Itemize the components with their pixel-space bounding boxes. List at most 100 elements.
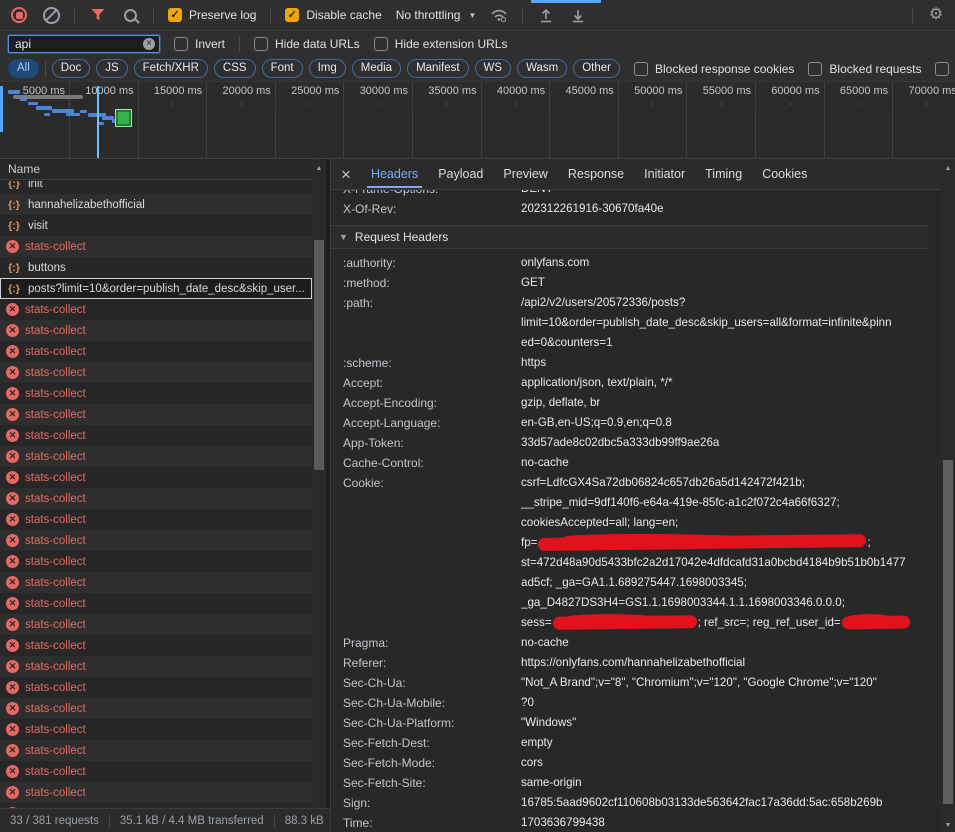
request-name: stats-collect xyxy=(25,472,86,484)
request-row[interactable]: ✕ stats-collect xyxy=(0,698,312,719)
scrollbar-thumb[interactable] xyxy=(943,460,953,804)
header-value: csrf=LdfcGX4Sa72db06824c657db26a5d142472… xyxy=(521,473,928,633)
error-icon: ✕ xyxy=(6,429,19,442)
scroll-up-icon[interactable]: ▲ xyxy=(312,165,326,172)
tab-response[interactable]: Response xyxy=(558,160,634,188)
request-row[interactable]: ✕ stats-collect xyxy=(0,614,312,635)
type-filter-ws[interactable]: WS xyxy=(475,59,512,78)
header-value: "Not_A Brand";v="8", "Chromium";v="120",… xyxy=(521,673,928,693)
close-icon[interactable]: × xyxy=(341,166,351,183)
type-filter-font[interactable]: Font xyxy=(262,59,303,78)
request-row[interactable]: {:} visit xyxy=(0,215,312,236)
header-name: Accept: xyxy=(331,373,521,393)
preserve-log-checkbox[interactable]: ✓ Preserve log xyxy=(168,8,256,22)
tab-payload[interactable]: Payload xyxy=(428,160,493,188)
request-headers-section[interactable]: ▼Request Headers xyxy=(331,225,928,249)
timeline-overview[interactable]: 5000 ms10000 ms15000 ms20000 ms25000 ms3… xyxy=(0,82,955,159)
import-har-button[interactable] xyxy=(537,6,555,24)
type-filter-media[interactable]: Media xyxy=(352,59,401,78)
toolbar-divider xyxy=(912,7,913,23)
hide-data-urls-checkbox[interactable]: ✓ Hide data URLs xyxy=(254,37,360,51)
divider xyxy=(274,814,275,828)
header-name: :authority: xyxy=(331,253,521,273)
request-row[interactable]: ✕ stats-collect xyxy=(0,362,312,383)
request-list-scrollbar[interactable]: ▲ xyxy=(312,159,326,808)
request-row[interactable]: ✕ stats-collect xyxy=(0,299,312,320)
export-har-button[interactable] xyxy=(569,6,587,24)
settings-button[interactable]: ⚙ xyxy=(927,6,945,24)
request-row[interactable]: ✕ stats-collect xyxy=(0,551,312,572)
error-icon: ✕ xyxy=(6,345,19,358)
request-row[interactable]: ✕ stats-collect xyxy=(0,761,312,782)
type-filter-img[interactable]: Img xyxy=(309,59,346,78)
throttling-dropdown[interactable]: No throttling ▼ xyxy=(396,8,477,22)
request-row[interactable]: ✕ stats-collect xyxy=(0,236,312,257)
header-name: Sec-Ch-Ua-Platform: xyxy=(331,713,521,733)
type-filter-manifest[interactable]: Manifest xyxy=(407,59,468,78)
request-row[interactable]: {:} buttons xyxy=(0,257,312,278)
json-icon: {:} xyxy=(6,220,22,232)
request-row[interactable]: ✕ stats-collect xyxy=(0,635,312,656)
request-row[interactable]: ✕ stats-collect xyxy=(0,782,312,803)
request-row[interactable]: ✕ stats-collect xyxy=(0,740,312,761)
request-row[interactable]: ✕ stats-collect xyxy=(0,446,312,467)
blocked-requests-checkbox[interactable]: ✓ Blocked requests xyxy=(808,62,921,76)
request-row[interactable]: ✕ stats-collect xyxy=(0,488,312,509)
request-name: stats-collect xyxy=(25,367,86,379)
filter-input[interactable] xyxy=(13,36,143,52)
request-row[interactable]: {:} init xyxy=(0,181,312,194)
type-filter-all[interactable]: All xyxy=(8,59,39,78)
request-row[interactable]: ✕ stats-collect xyxy=(0,656,312,677)
search-button[interactable] xyxy=(121,6,139,24)
hide-extension-urls-checkbox[interactable]: ✓ Hide extension URLs xyxy=(374,37,508,51)
request-row[interactable]: ✕ stats-collect xyxy=(0,467,312,488)
invert-checkbox[interactable]: ✓ Invert xyxy=(174,37,225,51)
request-row[interactable]: {:} posts?limit=10&order=publish_date_de… xyxy=(0,278,312,299)
request-row[interactable]: ✕ stats-collect xyxy=(0,719,312,740)
clear-button[interactable] xyxy=(42,6,60,24)
request-row[interactable]: ✕ stats-collect xyxy=(0,509,312,530)
request-row[interactable]: ✕ stats-collect xyxy=(0,320,312,341)
record-button[interactable] xyxy=(10,6,28,24)
network-conditions-button[interactable] xyxy=(490,6,508,24)
checkbox-label: Hide extension URLs xyxy=(395,37,508,51)
tab-timing[interactable]: Timing xyxy=(695,160,752,188)
header-value: application/json, text/plain, */* xyxy=(521,373,928,393)
header-row: Sec-Fetch-Site: same-origin xyxy=(331,773,928,793)
header-value: https xyxy=(521,353,928,373)
tab-initiator[interactable]: Initiator xyxy=(634,160,695,188)
tab-headers[interactable]: Headers xyxy=(361,160,428,188)
type-filter-doc[interactable]: Doc xyxy=(52,59,90,78)
request-row[interactable]: ✕ stats-collect xyxy=(0,383,312,404)
tab-cookies[interactable]: Cookies xyxy=(752,160,817,188)
request-row[interactable]: ✕ stats-collect xyxy=(0,593,312,614)
name-column-header[interactable]: Name xyxy=(0,159,312,180)
clear-filter-icon[interactable]: × xyxy=(143,38,155,50)
request-row[interactable]: ✕ stats-collect xyxy=(0,425,312,446)
request-name: visit xyxy=(28,220,48,232)
details-scrollbar[interactable]: ▲ ▼ xyxy=(941,159,955,832)
json-icon: {:} xyxy=(6,199,22,211)
type-filter-fetch-xhr[interactable]: Fetch/XHR xyxy=(134,59,208,78)
request-row[interactable]: ✕ stats-collect xyxy=(0,530,312,551)
type-filter-other[interactable]: Other xyxy=(573,59,620,78)
throttling-value: No throttling xyxy=(396,8,461,22)
scroll-up-icon[interactable]: ▲ xyxy=(941,165,955,172)
disable-cache-checkbox[interactable]: ✓ Disable cache xyxy=(285,8,381,22)
request-row[interactable]: ✕ stats-collect xyxy=(0,677,312,698)
request-row[interactable]: ✕ stats-collect xyxy=(0,341,312,362)
request-row[interactable]: {:} hannahelizabethofficial xyxy=(0,194,312,215)
tab-preview[interactable]: Preview xyxy=(493,160,557,188)
type-filter-css[interactable]: CSS xyxy=(214,59,256,78)
request-row[interactable]: ✕ stats-collect xyxy=(0,404,312,425)
details-tab-bar: × HeadersPayloadPreviewResponseInitiator… xyxy=(331,159,942,190)
scroll-down-icon[interactable]: ▼ xyxy=(941,822,955,829)
scrollbar-thumb[interactable] xyxy=(314,240,324,470)
3rd-party-requests-checkbox[interactable]: ✓ 3rd-party requests xyxy=(935,62,955,76)
type-filter-js[interactable]: JS xyxy=(96,59,127,78)
type-filter-wasm[interactable]: Wasm xyxy=(517,59,567,78)
blocked-response-cookies-checkbox[interactable]: ✓ Blocked response cookies xyxy=(634,62,794,76)
filter-toggle-button[interactable] xyxy=(89,6,107,24)
request-name: stats-collect xyxy=(25,451,86,463)
request-row[interactable]: ✕ stats-collect xyxy=(0,572,312,593)
